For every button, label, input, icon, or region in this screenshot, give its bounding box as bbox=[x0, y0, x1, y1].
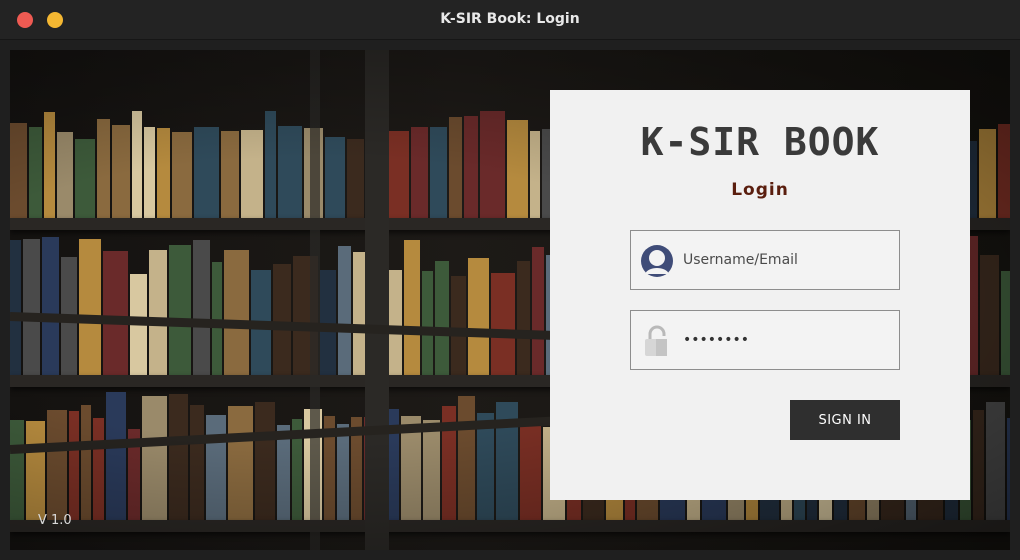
title-bar: K-SIR Book: Login bbox=[0, 0, 1020, 40]
user-avatar-icon bbox=[641, 245, 673, 277]
username-field[interactable] bbox=[630, 230, 900, 290]
lock-icon bbox=[645, 325, 667, 356]
login-heading: Login bbox=[731, 180, 789, 200]
sign-in-button[interactable]: SIGN IN bbox=[790, 400, 900, 440]
password-field[interactable] bbox=[630, 310, 900, 370]
password-input[interactable] bbox=[683, 325, 888, 355]
window-title: K-SIR Book: Login bbox=[440, 11, 580, 27]
version-label: V 1.0 bbox=[38, 513, 72, 528]
login-panel: K-SIR BOOK Login SIGN IN bbox=[550, 90, 970, 500]
app-name: K-SIR BOOK bbox=[640, 120, 880, 164]
username-input[interactable] bbox=[683, 245, 888, 275]
